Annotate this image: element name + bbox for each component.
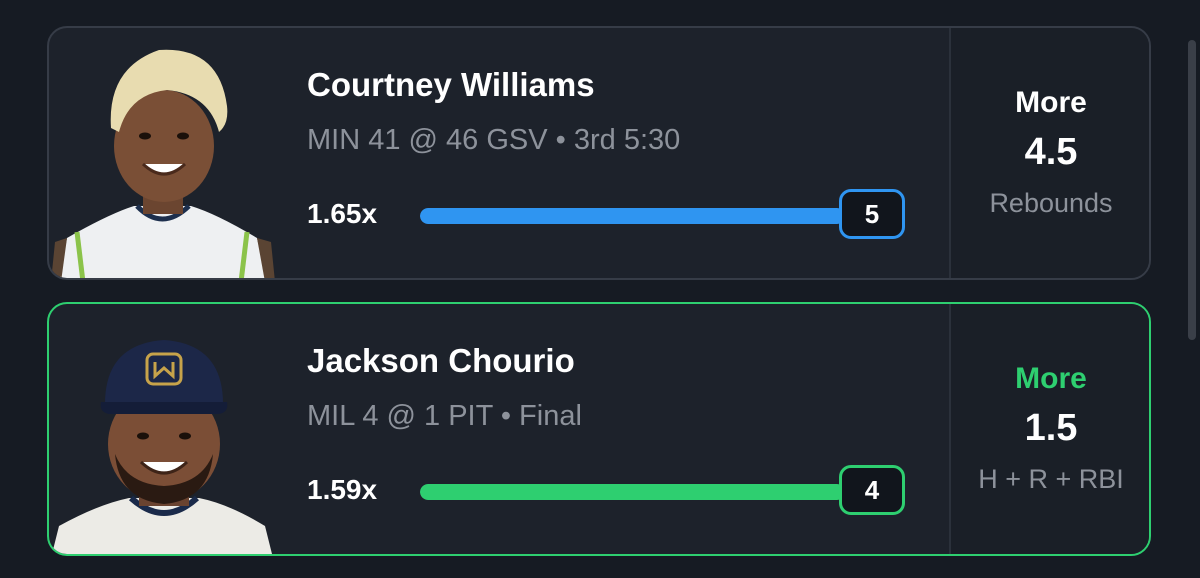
projection-panel: More 1.5 H + R + RBI	[949, 304, 1149, 554]
pick-line: 1.5	[1024, 407, 1078, 449]
pick-card-courtney-williams[interactable]: Courtney Williams MIN 41 @ 46 GSV • 3rd …	[47, 26, 1151, 280]
scrollbar[interactable]	[1188, 40, 1196, 340]
stat-type: H + R + RBI	[978, 464, 1124, 494]
pick-info: Courtney Williams MIN 41 @ 46 GSV • 3rd …	[307, 28, 947, 278]
payout-multiplier: 1.59x	[307, 474, 378, 505]
player-name: Courtney Williams	[307, 66, 595, 103]
player-name: Jackson Chourio	[307, 342, 575, 379]
progress-fill	[420, 484, 845, 500]
current-stat-value: 4	[839, 465, 905, 515]
progress-track	[420, 208, 845, 224]
pick-card-jackson-chourio[interactable]: Jackson Chourio MIL 4 @ 1 PIT • Final 1.…	[47, 302, 1151, 556]
payout-multiplier: 1.65x	[307, 198, 378, 229]
pick-list: Courtney Williams MIN 41 @ 46 GSV • 3rd …	[0, 0, 1200, 578]
progress-track	[420, 484, 845, 500]
progress-fill	[420, 208, 845, 224]
projection-panel: More 4.5 Rebounds	[949, 28, 1149, 278]
game-status: MIN 41 @ 46 GSV • 3rd 5:30	[307, 124, 681, 156]
stat-type: Rebounds	[989, 188, 1113, 218]
pick-direction: More	[1015, 362, 1087, 395]
pick-line: 4.5	[1024, 131, 1078, 173]
current-stat-value: 5	[839, 189, 905, 239]
player-photo-courtney-williams	[51, 49, 275, 278]
player-photo-jackson-chourio	[52, 340, 272, 554]
pick-direction: More	[1015, 86, 1087, 119]
pick-info: Jackson Chourio MIL 4 @ 1 PIT • Final 1.…	[307, 304, 947, 554]
game-status: MIL 4 @ 1 PIT • Final	[307, 400, 582, 432]
